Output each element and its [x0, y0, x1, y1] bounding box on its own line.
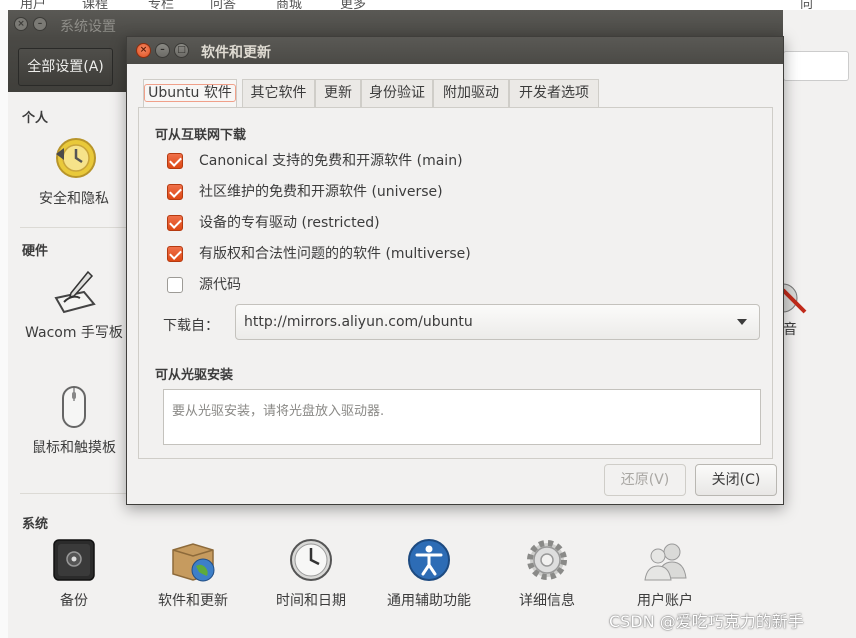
settings-item-label: 音 — [783, 322, 797, 338]
settings-item-wacom[interactable]: Wacom 手写板 — [19, 268, 129, 344]
settings-item-label: 用户账户 — [637, 593, 693, 609]
checkbox-label: 源代码 — [199, 277, 241, 293]
settings-item-software-updates[interactable]: 软件和更新 — [138, 536, 248, 610]
tab-authentication[interactable]: 身份验证 — [361, 79, 433, 107]
settings-item-security[interactable]: 安全和隐私 — [19, 134, 129, 208]
maximize-icon[interactable]: □ — [174, 43, 189, 58]
tab-label: 身份验证 — [369, 85, 425, 101]
wacom-tablet-icon — [54, 270, 96, 314]
security-privacy-icon — [56, 138, 96, 178]
chevron-down-icon — [737, 319, 747, 325]
settings-item-backup[interactable]: 备份 — [19, 536, 129, 610]
cdrom-placeholder: 要从光驱安装，请将光盘放入驱动器. — [172, 404, 385, 419]
system-settings-title: 系统设置 — [60, 19, 116, 35]
tab-label: Ubuntu 软件 — [144, 84, 236, 102]
browser-menu-item[interactable]: 更多 — [340, 0, 366, 10]
settings-item-label: 安全和隐私 — [39, 191, 109, 207]
close-button[interactable]: 关闭(C) — [695, 464, 777, 496]
section-hardware: 硬件 — [22, 244, 49, 259]
software-updates-icon — [172, 543, 215, 582]
tab-label: 其它软件 — [250, 85, 307, 101]
checkbox-checked[interactable] — [167, 153, 183, 169]
clock-icon — [290, 539, 332, 581]
mouse-icon — [62, 386, 86, 428]
download-from-label: 下载自： — [163, 318, 219, 334]
tab-additional-drivers[interactable]: 附加驱动 — [433, 79, 509, 107]
browser-right-fragment: 向 ubuntu — [800, 0, 814, 10]
minimize-icon[interactable]: – — [33, 17, 47, 31]
tab-label: 附加驱动 — [443, 85, 499, 101]
checkbox-checked[interactable] — [167, 215, 183, 231]
close-icon[interactable]: × — [136, 43, 151, 58]
checkbox-checked[interactable] — [167, 184, 183, 200]
search-field[interactable] — [783, 51, 849, 81]
tab-label: 更新 — [324, 85, 352, 101]
dialog-titlebar: × – □ 软件和更新 — [127, 37, 783, 64]
accessibility-icon — [408, 539, 450, 581]
settings-item-label: 鼠标和触摸板 — [32, 440, 116, 456]
section-personal: 个人 — [22, 111, 49, 126]
browser-menu-item[interactable]: 课程 — [82, 0, 108, 10]
browser-left-strip — [0, 10, 8, 638]
tab-panel: 可从互联网下载 Canonical 支持的免费和开源软件 (main) 社区维护… — [138, 107, 773, 459]
tab-updates[interactable]: 更新 — [315, 79, 361, 107]
minimize-icon[interactable]: – — [155, 43, 170, 58]
browser-top-strip: 用户 课程 专栏 问答 商城 更多 向 ubuntu — [0, 0, 856, 10]
internet-heading: 可从互联网下载 — [155, 128, 247, 143]
settings-item-datetime[interactable]: 时间和日期 — [256, 536, 366, 610]
settings-item-label: 备份 — [60, 593, 88, 609]
software-updates-dialog: × – □ 软件和更新 Ubuntu 软件 其它软件 更新 身份验证 附加驱动 … — [126, 36, 784, 505]
settings-item-label: 软件和更新 — [158, 593, 228, 609]
cdrom-heading: 可从光驱安装 — [155, 368, 234, 383]
settings-item-accessibility[interactable]: 通用辅助功能 — [374, 536, 484, 610]
dialog-title: 软件和更新 — [201, 45, 271, 61]
settings-item-mouse[interactable]: 鼠标和触摸板 — [19, 383, 129, 457]
details-gear-icon — [527, 540, 567, 580]
checkbox-label: 设备的专有驱动 (restricted) — [199, 215, 380, 231]
cdrom-list[interactable]: 要从光驱安装，请将光盘放入驱动器. — [163, 389, 761, 445]
browser-menu-item[interactable]: 商城 — [276, 0, 302, 10]
browser-menu-item[interactable]: 问答 — [210, 0, 236, 10]
checkbox-unchecked[interactable] — [167, 277, 183, 293]
browser-menu-item[interactable]: 用户 — [20, 0, 46, 10]
tab-label: 开发者选项 — [519, 85, 589, 101]
user-accounts-icon — [644, 543, 687, 581]
tab-ubuntu-software[interactable]: Ubuntu 软件 — [143, 79, 237, 107]
settings-item-details[interactable]: 详细信息 — [492, 536, 602, 610]
checkbox-label: 社区维护的免费和开源软件 (universe) — [199, 184, 443, 200]
backup-icon — [53, 539, 95, 581]
tab-developer-options[interactable]: 开发者选项 — [509, 79, 599, 107]
all-settings-button[interactable]: 全部设置(A) — [18, 48, 113, 86]
settings-item-label: 详细信息 — [519, 593, 575, 609]
checkbox-checked[interactable] — [167, 246, 183, 262]
checkbox-label: 有版权和合法性问题的的软件 (multiverse) — [199, 246, 471, 262]
settings-item-label: Wacom 手写板 — [25, 325, 123, 341]
settings-item-label: 时间和日期 — [276, 593, 346, 609]
section-system: 系统 — [22, 517, 49, 532]
watermark-text: CSDN @爱吃巧克力的新手 — [609, 612, 804, 631]
settings-item-users[interactable]: 用户账户 — [610, 536, 720, 610]
download-server-dropdown[interactable]: http://mirrors.aliyun.com/ubuntu — [235, 304, 760, 340]
system-settings-titlebar: × – 系统设置 — [8, 10, 783, 38]
settings-item-label: 通用辅助功能 — [387, 593, 471, 609]
browser-menu-item[interactable]: 专栏 — [148, 0, 174, 10]
checkbox-label: Canonical 支持的免费和开源软件 (main) — [199, 153, 463, 169]
close-icon[interactable]: × — [14, 17, 28, 31]
download-server-value: http://mirrors.aliyun.com/ubuntu — [244, 314, 473, 330]
sound-icon[interactable] — [768, 280, 809, 320]
revert-button[interactable]: 还原(V) — [604, 464, 686, 496]
tab-other-software[interactable]: 其它软件 — [242, 79, 315, 107]
